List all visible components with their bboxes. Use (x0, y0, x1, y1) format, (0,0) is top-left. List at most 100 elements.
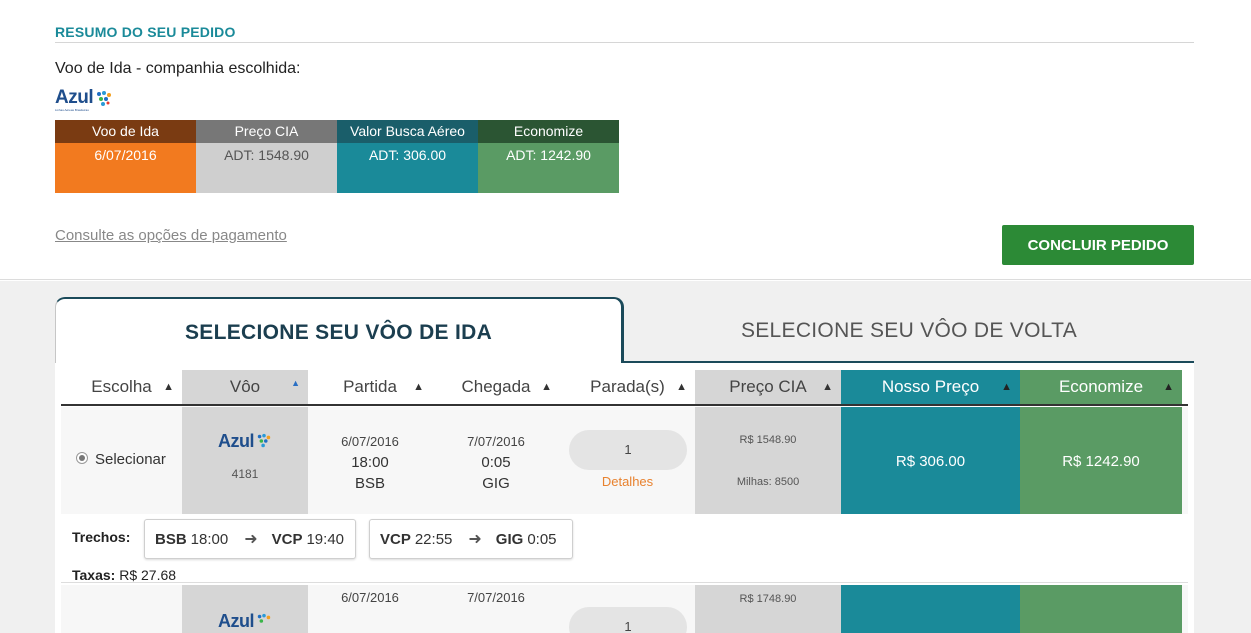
select-label[interactable]: Selecionar (95, 451, 166, 468)
savings-cell[interactable]: R$ 1242.90 (1020, 407, 1182, 514)
departure-date: 6/07/2016 (341, 434, 399, 449)
flight-selection: SELECIONE SEU VÔO DE IDA SELECIONE SEU V… (0, 281, 1251, 633)
segment-to: VCP (271, 530, 303, 548)
summary-value: ADT: 1548.90 (196, 143, 337, 193)
flights-table: Escolha ▲ Vôo ▲ Partida ▲ Chegada ▲ Para… (55, 363, 1194, 633)
stops-cell: 1 Detalhes (560, 407, 695, 514)
col-paradas[interactable]: Parada(s) ▲ (560, 370, 695, 404)
stops-count: 1 (569, 430, 687, 470)
departure-info: 6/07/2016 18:00 BSB (308, 431, 432, 494)
tab-outbound-flight[interactable]: SELECIONE SEU VÔO DE IDA (55, 297, 624, 363)
tab-return-flight[interactable]: SELECIONE SEU VÔO DE VOLTA (624, 297, 1194, 363)
arrival-date: 7/07/2016 (467, 590, 525, 605)
arrow-right-icon: ➜ (468, 531, 482, 548)
summary-value: ADT: 306.00 (337, 143, 478, 193)
divider (55, 42, 1194, 43)
savings-cell[interactable] (1020, 585, 1182, 633)
arrival-airport: GIG (482, 475, 510, 492)
summary-col-voo-ida: Voo de Ida 6/07/2016 (55, 120, 196, 193)
payment-options-link[interactable]: Consulte as opções de pagamento (55, 227, 287, 244)
select-cell: Selecionar (61, 407, 182, 514)
col-voo[interactable]: Vôo ▲ (182, 370, 308, 404)
taxes-value: R$ 27.68 (119, 567, 177, 583)
our-price-cell[interactable]: R$ 306.00 (841, 407, 1020, 514)
azul-bird-icon (257, 433, 271, 448)
col-chegada[interactable]: Chegada ▲ (432, 370, 560, 404)
sort-icon: ▲ (163, 381, 174, 393)
savings-value: R$ 1242.90 (1062, 453, 1140, 470)
arrival-cell: 7/07/2016 (432, 585, 560, 633)
azul-logo-text: Azul (55, 87, 94, 108)
azul-bird-icon (257, 613, 271, 623)
departure-date: 6/07/2016 (341, 590, 399, 605)
segment-to-time: 0:05 (527, 530, 557, 548)
arrival-date: 7/07/2016 (467, 434, 525, 449)
arrival-info: 7/07/2016 0:05 GIG (432, 431, 560, 494)
segment-to-time: 19:40 (306, 530, 345, 548)
cia-miles: Milhas: 8500 (736, 476, 800, 488)
cia-price: R$ 1548.90 (739, 434, 797, 446)
conclude-order-button[interactable]: CONCLUIR PEDIDO (1002, 225, 1194, 265)
azul-bird-icon (97, 91, 112, 106)
our-price-cell[interactable] (841, 585, 1020, 633)
column-label: Preço CIA (729, 377, 807, 396)
azul-logo: Azul Linhas Aéreas Brasileiras (55, 88, 113, 112)
flight-number: 4181 (231, 467, 259, 481)
azul-logo-text: Azul (218, 611, 255, 631)
sort-icon: ▲ (822, 381, 833, 393)
cia-price: R$ 1748.90 (739, 593, 797, 605)
azul-logo: Azul (182, 431, 308, 451)
column-label: Chegada (461, 377, 531, 396)
taxes-label: Taxas: (72, 567, 116, 583)
summary-header: Preço CIA (196, 120, 337, 143)
table-header: Escolha ▲ Vôo ▲ Partida ▲ Chegada ▲ Para… (61, 370, 1188, 406)
sort-asc-icon: ▲ (291, 378, 300, 388)
segment-card: VCP 22:55 ➜ GIG 0:05 (369, 519, 573, 559)
segment-card: BSB 18:00 ➜ VCP 19:40 (144, 519, 356, 559)
sort-icon: ▲ (676, 381, 687, 393)
col-escolha[interactable]: Escolha ▲ (61, 370, 182, 404)
cia-price-cell: R$ 1748.90 (695, 585, 841, 633)
summary-header: Valor Busca Aéreo (337, 120, 478, 143)
summary-col-preco-cia: Preço CIA ADT: 1548.90 (196, 120, 337, 193)
col-nosso-preco[interactable]: Nosso Preço ▲ (841, 370, 1020, 404)
order-summary: RESUMO DO SEU PEDIDO Voo de Ida - compan… (0, 0, 1251, 280)
summary-header: Voo de Ida (55, 120, 196, 143)
divider (61, 582, 1188, 583)
summary-title: RESUMO DO SEU PEDIDO (55, 24, 236, 40)
col-partida[interactable]: Partida ▲ (308, 370, 432, 404)
departure-cell: 6/07/2016 (308, 585, 432, 633)
sort-icon: ▲ (1001, 381, 1012, 393)
flight-cell: Azul 4181 (182, 407, 308, 514)
summary-value: 6/07/2016 (55, 143, 196, 193)
departure-time: 18:00 (351, 454, 389, 471)
departure-cell: 6/07/2016 18:00 BSB (308, 407, 432, 514)
table-row: Selecionar Azul 4181 6/07/2016 18:00 BSB… (61, 407, 1188, 514)
details-link[interactable]: Detalhes (560, 474, 695, 489)
col-economize[interactable]: Economize ▲ (1020, 370, 1182, 404)
segment-from-time: 18:00 (190, 530, 229, 548)
stops-cell: 1 (560, 585, 695, 633)
azul-logo-text: Azul (218, 431, 255, 451)
column-label: Parada(s) (590, 377, 665, 396)
column-label: Nosso Preço (881, 377, 980, 396)
segment-from-time: 22:55 (414, 530, 453, 548)
segment-to: GIG (495, 530, 524, 548)
column-label: Economize (1058, 377, 1144, 396)
summary-price-table: Voo de Ida 6/07/2016 Preço CIA ADT: 1548… (55, 120, 619, 193)
segment-from: VCP (380, 530, 411, 548)
segments-label: Trechos: (72, 529, 131, 545)
select-radio[interactable] (76, 452, 88, 464)
sort-icon: ▲ (413, 381, 424, 393)
column-label: Partida (343, 377, 397, 396)
sort-icon: ▲ (1163, 381, 1174, 393)
summary-value: ADT: 1242.90 (478, 143, 619, 193)
sort-icon: ▲ (541, 381, 552, 393)
col-preco-cia[interactable]: Preço CIA ▲ (695, 370, 841, 404)
select-cell (61, 585, 182, 633)
stops-count: 1 (569, 607, 687, 633)
arrival-cell: 7/07/2016 0:05 GIG (432, 407, 560, 514)
summary-header: Economize (478, 120, 619, 143)
column-label: Vôo (229, 377, 261, 396)
taxes: Taxas: R$ 27.68 (72, 567, 176, 583)
